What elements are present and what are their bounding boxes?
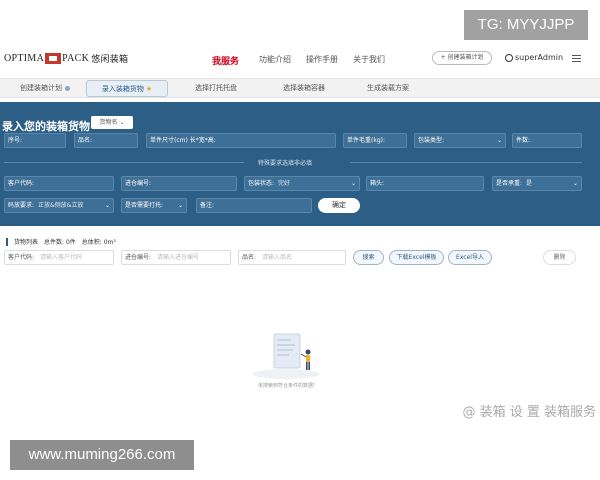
delete-button[interactable]: 删除: [543, 250, 576, 265]
field-pack-status[interactable]: 包装状态: 完好 ⌄: [244, 176, 360, 191]
logo-mark-icon: [45, 53, 62, 64]
cargo-name-dropdown[interactable]: 货物名 ⌄: [91, 116, 133, 129]
field-label: 进仓编号:: [125, 180, 152, 187]
field-label: 单件尺寸(cm) 长*宽*高:: [150, 137, 216, 144]
field-customer-code[interactable]: 客户代码:: [4, 176, 114, 191]
hamburger-menu-icon[interactable]: [572, 55, 581, 62]
field-stackable[interactable]: 是否承重: 是 ⌄: [492, 176, 582, 191]
field-label: 备注:: [200, 202, 215, 209]
download-template-button[interactable]: 下载Excel模板: [389, 250, 444, 265]
chevron-down-icon: ⌄: [104, 202, 110, 209]
search-customer-code[interactable]: 客户代码: 请输入客户代码: [4, 250, 114, 265]
create-plan-button[interactable]: + 创建装箱计划: [432, 51, 492, 65]
field-label: 是否承重:: [496, 180, 523, 187]
watermark-corner: @ 装箱 设 置 装箱服务: [462, 405, 596, 420]
user-icon: [505, 53, 513, 62]
total-volume: 总体积: 0m³: [81, 239, 116, 246]
brand-logo[interactable]: OPTIMA PACK 悠闲装箱: [4, 52, 128, 65]
field-remark[interactable]: 备注:: [196, 198, 312, 213]
field-pallet[interactable]: 是否需要打托: ⌄: [121, 198, 187, 213]
logo-text-right: PACK: [62, 53, 90, 64]
step-label: 录入装箱货物: [101, 85, 144, 93]
step-label: 生成装载方案: [367, 84, 409, 92]
step-container[interactable]: 选择装箱容器: [262, 80, 346, 97]
field-label: 品名:: [242, 254, 257, 261]
field-order-no[interactable]: 进仓编号:: [121, 176, 237, 191]
step-label: 选择打托托盘: [195, 84, 237, 92]
field-label: 品名:: [78, 137, 93, 144]
field-placeholder: 请输入进仓编号: [157, 254, 200, 261]
watermark-tg: TG: MYYJJPP: [464, 10, 588, 40]
field-value: 正放&侧放&立放: [38, 202, 84, 209]
field-side[interactable]: 箱头:: [366, 176, 484, 191]
chevron-down-icon: ⌄: [572, 180, 578, 187]
chevron-down-icon: ⌄: [350, 180, 356, 187]
nav-my-service[interactable]: 我服务: [212, 54, 259, 67]
main-nav: 我服务 功能介绍 操作手册 关于我们: [212, 54, 400, 67]
step-bar: 创建装箱计划 录入装箱货物 ★ 选择打托托盘 选择装箱容器 生成装载方案: [0, 78, 600, 98]
empty-state-illustration: [252, 333, 320, 379]
section-bar-icon: [6, 237, 8, 246]
field-name[interactable]: 品名:: [74, 133, 138, 148]
field-label: 客户代码:: [8, 254, 35, 261]
field-label: 序号:: [8, 137, 23, 144]
divider-right: [350, 162, 582, 163]
field-label: 件数:: [516, 137, 531, 144]
field-seq[interactable]: 序号:: [4, 133, 66, 148]
nav-about[interactable]: 关于我们: [353, 54, 400, 67]
field-value: 是: [526, 180, 533, 187]
user-menu[interactable]: superAdmin: [505, 53, 563, 62]
logo-text-cn: 悠闲装箱: [91, 55, 129, 65]
divider-left: [4, 162, 244, 163]
empty-message: 未搜索到符合条件的数据!: [258, 383, 316, 389]
step-pallet[interactable]: 选择打托托盘: [174, 80, 258, 97]
field-placeholder: 请输入客户代码: [40, 254, 83, 261]
search-name[interactable]: 品名: 请输入品名: [238, 250, 346, 265]
excel-import-button[interactable]: Excel导入: [448, 250, 492, 265]
chevron-down-icon: ⌄: [496, 137, 502, 144]
field-label: 进仓编号:: [125, 254, 152, 261]
field-pack-type[interactable]: 包装类型: ⌄: [414, 133, 506, 148]
field-dimensions[interactable]: 单件尺寸(cm) 长*宽*高:: [146, 133, 336, 148]
field-label: 包装状态:: [248, 180, 275, 187]
total-count: 总件数: 0件: [44, 239, 76, 246]
form-title: 录入您的装箱货物: [2, 120, 90, 133]
step-generate-plan[interactable]: 生成装载方案: [346, 80, 430, 97]
list-title: 货物列表: [14, 239, 39, 246]
star-icon: ★: [145, 85, 153, 93]
field-placeholder: 请输入品名: [262, 254, 293, 261]
step-label: 创建装箱计划: [20, 84, 62, 92]
field-weight[interactable]: 单件毛重(kg):: [343, 133, 407, 148]
field-quantity[interactable]: 件数:: [512, 133, 582, 148]
field-label: 箱头:: [370, 180, 385, 187]
field-label: 客户代码:: [8, 180, 35, 187]
top-header: OPTIMA PACK 悠闲装箱 我服务 功能介绍 操作手册 关于我们 + 创建…: [0, 44, 600, 74]
step-label: 选择装箱容器: [283, 84, 325, 92]
field-value: 完好: [278, 180, 291, 187]
field-label: 包装类型:: [418, 137, 445, 144]
username: superAdmin: [515, 53, 564, 62]
field-label: 单件毛重(kg):: [347, 137, 385, 144]
chevron-down-icon: ⌄: [177, 202, 183, 209]
step-done-icon: [65, 85, 70, 91]
field-label: 是否需要打托:: [125, 202, 164, 209]
logo-text-left: OPTIMA: [4, 53, 45, 64]
field-place-requirement[interactable]: 码放要求: 正放&侧放&立放 ⌄: [4, 198, 114, 213]
nav-manual[interactable]: 操作手册: [306, 54, 353, 67]
step-enter-cargo[interactable]: 录入装箱货物 ★: [86, 80, 168, 97]
special-requirements-label: 特殊要求选填非必填: [258, 160, 313, 167]
search-button[interactable]: 搜索: [353, 250, 384, 265]
watermark-site: www.muming266.com: [10, 440, 194, 470]
step-create-plan[interactable]: 创建装箱计划: [6, 80, 84, 97]
confirm-button[interactable]: 确定: [318, 198, 360, 213]
field-label: 码放要求:: [8, 202, 35, 209]
list-header: 货物列表 总件数: 0件 总体积: 0m³: [6, 237, 116, 246]
nav-features[interactable]: 功能介绍: [259, 54, 306, 67]
search-order-no[interactable]: 进仓编号: 请输入进仓编号: [121, 250, 231, 265]
